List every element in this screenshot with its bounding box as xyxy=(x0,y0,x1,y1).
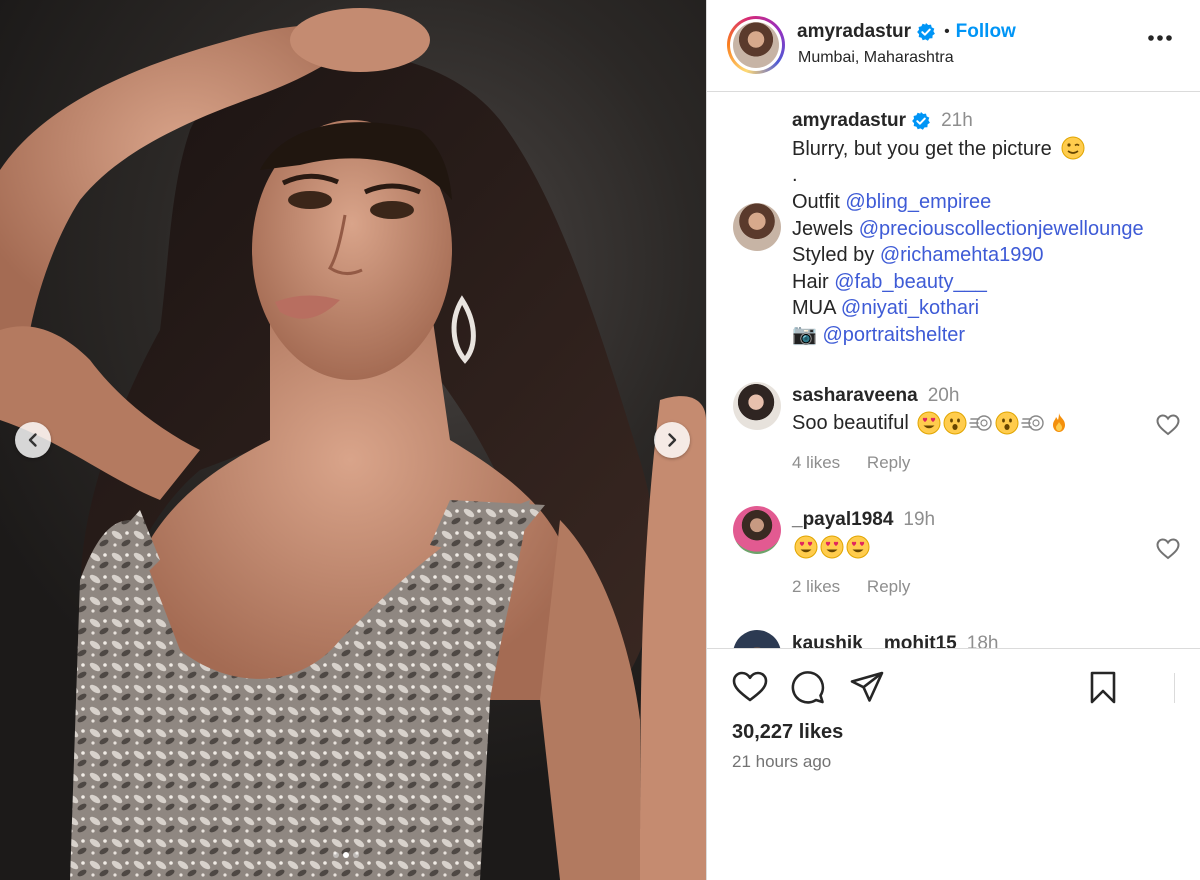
mention-link[interactable]: @portraitshelter xyxy=(822,324,965,346)
comment-text xyxy=(792,535,870,559)
caption-text: Blurry, but you get the picture xyxy=(792,138,1052,160)
carousel-dot xyxy=(343,852,349,858)
caption-time[interactable]: 21h xyxy=(941,110,973,132)
comments-scroll-area[interactable]: amyradastur 21h Blurry, but you get the … xyxy=(707,93,1200,648)
mention-link[interactable]: @niyati_kothari xyxy=(841,297,979,319)
comment-meta: 4 likes Reply xyxy=(792,453,932,473)
more-options-icon[interactable] xyxy=(1147,34,1173,42)
comment-username[interactable]: kaushik__mohit15 xyxy=(792,633,957,648)
credit-line: Styled by @richamehta1990 xyxy=(792,243,1044,267)
carousel-indicator xyxy=(333,852,359,858)
credit-label: MUA xyxy=(792,297,841,319)
comment-avatar[interactable] xyxy=(733,382,781,430)
caption-avatar[interactable] xyxy=(733,203,781,251)
post-header: amyradastur • Follow Mumbai, Maharashtra xyxy=(707,0,1200,92)
verified-badge-icon xyxy=(917,23,935,41)
winking-face-emoji-icon xyxy=(1061,136,1085,160)
like-heart-icon[interactable] xyxy=(732,671,768,703)
portrait-image xyxy=(0,8,706,880)
follow-button[interactable]: Follow xyxy=(956,21,1016,43)
comment-time[interactable]: 18h xyxy=(967,633,999,648)
caption-first-line: Blurry, but you get the picture xyxy=(792,136,1085,161)
comment-avatar[interactable] xyxy=(733,506,781,554)
likes-count[interactable]: 30,227 likes xyxy=(732,721,843,744)
post-actions: 30,227 likes 21 hours ago xyxy=(707,648,1200,880)
mention-link[interactable]: @richamehta1990 xyxy=(880,244,1044,266)
caption-dot-line: . xyxy=(792,164,798,186)
astonished-emoji-icon xyxy=(995,411,1019,435)
comment-time[interactable]: 19h xyxy=(903,509,935,531)
location-link[interactable]: Mumbai, Maharashtra xyxy=(798,49,954,67)
story-ring[interactable] xyxy=(727,16,785,74)
comment-body: Soo beautiful xyxy=(792,411,909,434)
comment-like-icon[interactable] xyxy=(1156,414,1180,436)
carousel-dot xyxy=(353,852,359,858)
comment-time[interactable]: 20h xyxy=(928,385,960,407)
comment-like-icon[interactable] xyxy=(1156,538,1180,560)
comment-text: Soo beautiful xyxy=(792,411,1071,435)
heart-eyes-emoji-icon xyxy=(794,535,818,559)
heart-eyes-emoji-icon xyxy=(820,535,844,559)
action-divider xyxy=(1174,673,1175,703)
credit-label: Jewels xyxy=(792,217,859,240)
post-details-panel: amyradastur • Follow Mumbai, Maharashtra… xyxy=(706,0,1200,880)
caption-username[interactable]: amyradastur xyxy=(792,110,906,132)
credit-label: Styled by xyxy=(792,244,880,266)
header-username[interactable]: amyradastur xyxy=(797,21,911,43)
comment-likes[interactable]: 2 likes xyxy=(792,577,840,596)
astonished-emoji-icon xyxy=(943,411,967,435)
credit-line: Hair @fab_beauty___ xyxy=(792,270,987,294)
carousel-next-button[interactable] xyxy=(654,422,690,458)
credit-label: Hair xyxy=(792,270,835,293)
comment-bubble-icon[interactable] xyxy=(791,671,825,705)
reply-button[interactable]: Reply xyxy=(867,577,910,596)
carousel-dot xyxy=(333,852,339,858)
comment-likes[interactable]: 4 likes xyxy=(792,453,840,472)
fire-emoji-icon xyxy=(1052,413,1065,432)
credit-line: Jewels @preciouscollectionjewellounge xyxy=(792,217,1144,241)
dash-emoji-icon xyxy=(1020,415,1044,431)
verified-badge-icon xyxy=(912,112,930,130)
heart-eyes-emoji-icon xyxy=(846,535,870,559)
header-separator: • xyxy=(944,23,950,40)
credit-line: Outfit @bling_empiree xyxy=(792,190,991,214)
heart-eyes-emoji-icon xyxy=(917,411,941,435)
chevron-right-icon xyxy=(668,433,677,447)
comment-avatar[interactable] xyxy=(733,630,781,648)
comment-username[interactable]: _payal1984 xyxy=(792,509,893,531)
mention-link[interactable]: @fab_beauty___ xyxy=(834,271,987,293)
post-photo[interactable] xyxy=(0,0,706,880)
dash-emoji-icon xyxy=(968,415,992,431)
share-send-icon[interactable] xyxy=(850,671,884,703)
reply-button[interactable]: Reply xyxy=(867,453,910,472)
mention-link[interactable]: @preciouscollectionjewellounge xyxy=(859,218,1144,240)
avatar[interactable] xyxy=(733,22,779,68)
comment-username[interactable]: sasharaveena xyxy=(792,385,918,407)
credit-label: Outfit xyxy=(792,191,846,213)
comment-meta: 2 likes Reply xyxy=(792,577,932,597)
post-timestamp[interactable]: 21 hours ago xyxy=(732,752,831,772)
save-bookmark-icon[interactable] xyxy=(1089,671,1117,705)
carousel-prev-button[interactable] xyxy=(15,422,51,458)
credit-line: 📷 @portraitshelter xyxy=(792,323,965,347)
credit-label: 📷 xyxy=(792,323,823,346)
chevron-left-icon xyxy=(28,433,37,447)
credit-line: MUA @niyati_kothari xyxy=(792,296,979,320)
mention-link[interactable]: @bling_empiree xyxy=(845,191,991,213)
